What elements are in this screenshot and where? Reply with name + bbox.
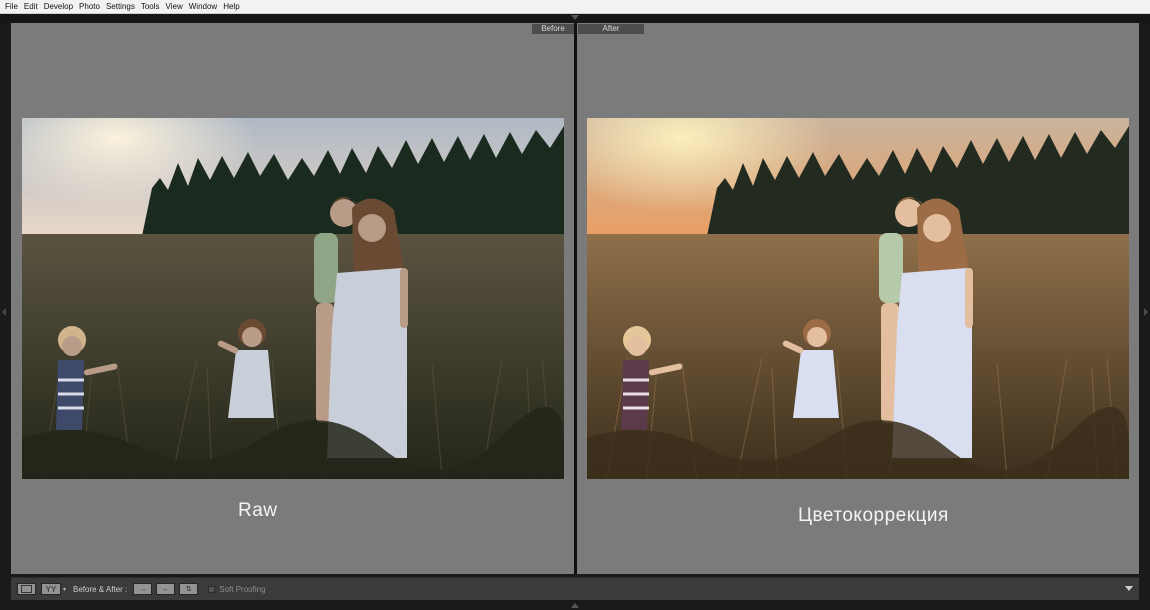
menu-photo[interactable]: Photo [79,2,100,11]
before-after-view-button[interactable]: YY [41,583,61,595]
toolbar-options-dropdown-icon[interactable] [1125,586,1133,591]
menu-edit[interactable]: Edit [24,2,38,11]
menu-develop[interactable]: Develop [44,2,73,11]
bottom-panel-toggle-icon[interactable] [571,603,579,608]
before-caption: Raw [238,500,278,521]
before-pane: Before Raw [11,23,574,574]
menu-window[interactable]: Window [189,2,217,11]
before-photo-image [22,118,564,479]
menu-tools[interactable]: Tools [141,2,160,11]
soft-proofing-checkbox[interactable] [208,585,216,593]
left-panel-toggle-icon[interactable] [2,308,6,316]
loupe-view-button[interactable] [17,583,36,595]
after-pane: After Цветокоррекция [577,23,1139,574]
swap-before-after-button[interactable]: ⇅ [179,583,199,595]
after-label: After [578,24,644,34]
copy-after-to-before-button[interactable]: ← [156,583,176,595]
arrow-left-icon: ← [162,585,170,593]
menu-settings[interactable]: Settings [106,2,135,11]
menu-help[interactable]: Help [223,2,239,11]
right-panel-toggle-icon[interactable] [1144,308,1148,316]
swap-icon: ⇅ [185,586,192,593]
before-label: Before [532,24,574,34]
after-photo-image [587,118,1129,479]
view-mode-dropdown-icon[interactable]: ▾ [63,586,66,593]
top-panel-toggle-icon[interactable] [571,15,579,20]
menu-bar: File Edit Develop Photo Settings Tools V… [0,0,1150,14]
bottom-toolbar: YY ▾ Before & After : → ← ⇅ Soft Proofin… [11,577,1139,600]
menu-view[interactable]: View [166,2,183,11]
before-after-label: Before & After : [73,584,128,594]
before-photo[interactable] [22,118,564,479]
copy-before-to-after-button[interactable]: → [133,583,153,595]
menu-file[interactable]: File [5,2,18,11]
loupe-icon [21,585,32,593]
after-photo[interactable] [587,118,1129,479]
soft-proofing-label: Soft Proofing [219,584,266,594]
after-caption: Цветокоррекция [798,505,949,526]
arrow-right-icon: → [139,585,147,593]
